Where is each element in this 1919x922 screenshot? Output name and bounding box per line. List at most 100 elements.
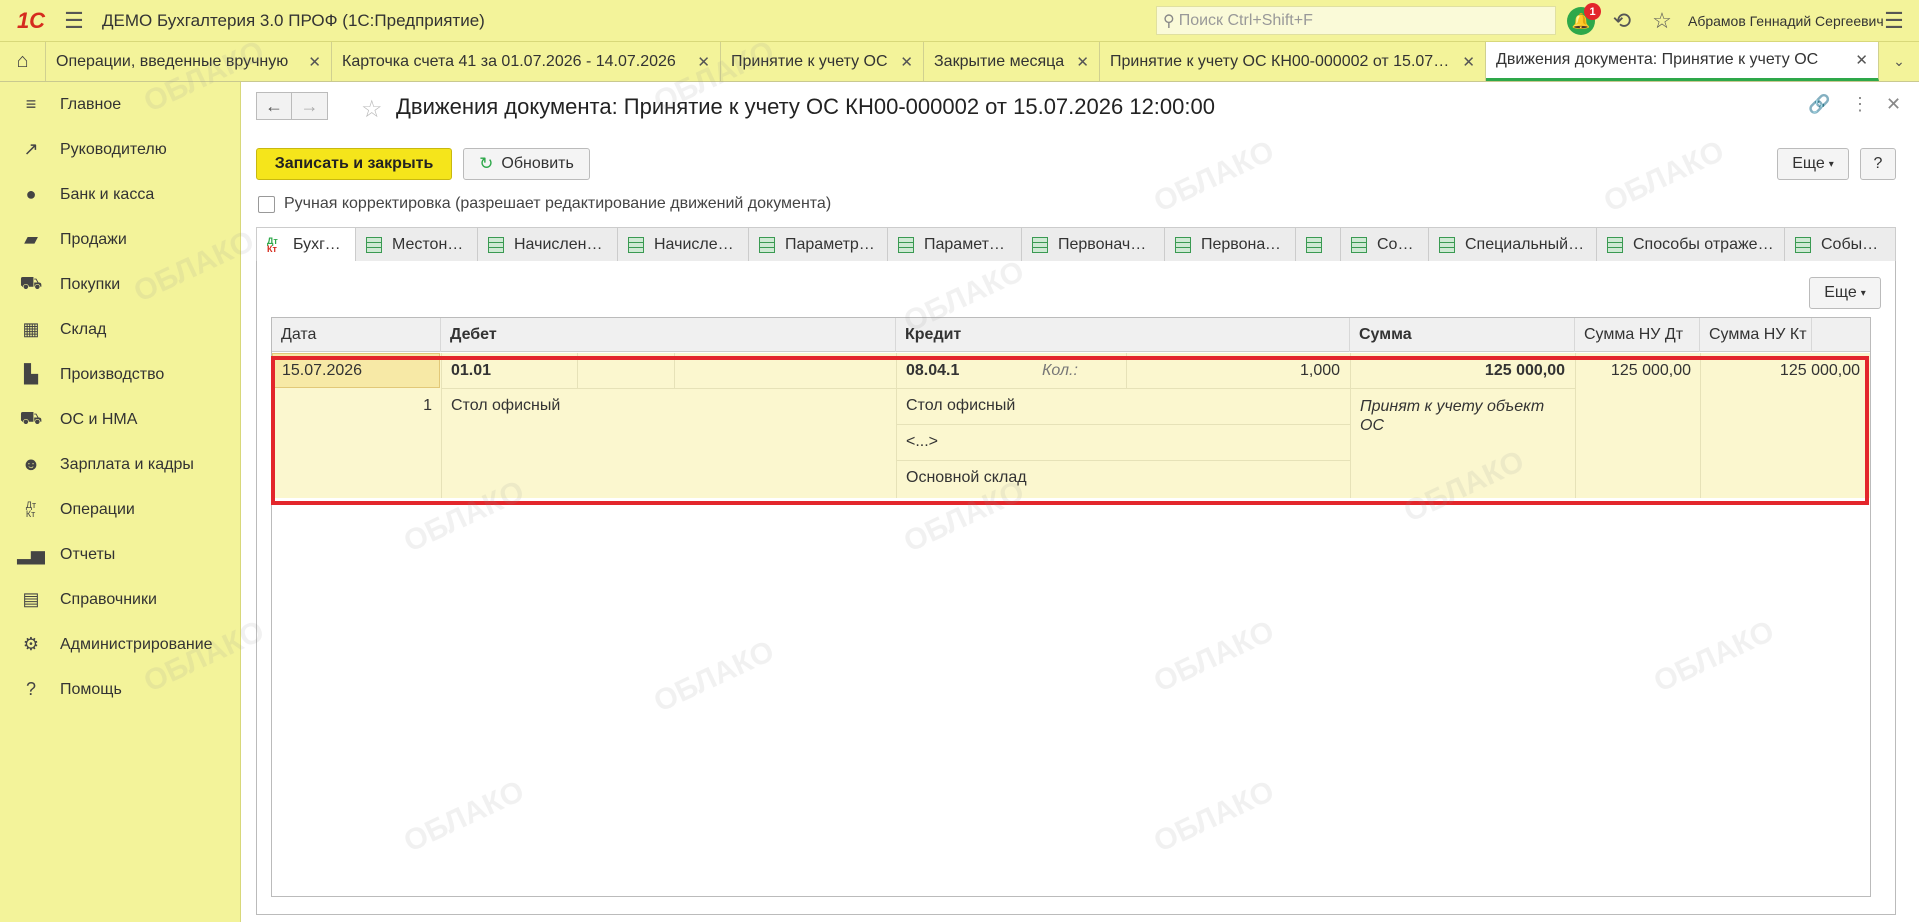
sidebar-item-directories[interactable]: ▤ Справочники (0, 577, 240, 622)
window-tab-active[interactable]: Движения документа: Принятие к учету ОС ✕ (1486, 42, 1879, 81)
table-row[interactable]: 15.07.2026 1 01.01 Стол офисный 08.04.1 … (272, 353, 1870, 498)
window-tab[interactable]: Операции, введенные вручную ✕ (46, 42, 332, 81)
back-arrow-icon[interactable]: ← (256, 92, 292, 120)
close-window-icon[interactable]: ✕ (1886, 94, 1901, 115)
sidebar-item-help[interactable]: ? Помощь (0, 667, 240, 712)
sidebar-item-salary[interactable]: ☻ Зарплата и кадры (0, 442, 240, 487)
amount-nu-kt-value[interactable]: 125 000,00 (1700, 362, 1860, 380)
tab-register[interactable] (1296, 227, 1341, 261)
more-vertical-icon[interactable]: ⋮ (1851, 94, 1869, 115)
tab-register[interactable]: Первоначальные сведения (1165, 227, 1296, 261)
grid-icon (898, 236, 914, 253)
notifications-button[interactable]: 🔔 1 (1565, 3, 1601, 37)
top-bar: 1С ☰ ДЕМО Бухгалтерия 3.0 ПРОФ (1С:Предп… (0, 0, 1919, 42)
tab-register[interactable]: Начисление налога (618, 227, 749, 261)
history-icon[interactable]: ⟲ (1606, 5, 1638, 37)
tab-register[interactable]: Состояние ОС (1341, 227, 1429, 261)
quantity-value[interactable]: 1,000 (1300, 362, 1340, 380)
sidebar-item-operations[interactable]: Дт Кт Операции (0, 487, 240, 532)
bar-chart-icon: ▂▅ (17, 544, 45, 564)
sidebar-item-label: Банк и касса (60, 185, 155, 203)
chevron-down-icon[interactable]: ⌄ (1879, 42, 1919, 81)
sidebar-item-admin[interactable]: ⚙ Администрирование (0, 622, 240, 667)
window-tab[interactable]: Принятие к учету ОС КН00-000002 от 15.07… (1100, 42, 1486, 81)
credit-subconto-1[interactable]: Стол офисный (906, 397, 1015, 415)
line-number: 1 (423, 397, 432, 414)
column-header-date[interactable]: Дата (272, 318, 441, 352)
close-icon[interactable]: ✕ (308, 53, 321, 71)
sidebar-item-production[interactable]: ▙ Производство (0, 352, 240, 397)
sidebar-item-reports[interactable]: ▂▅ Отчеты (0, 532, 240, 577)
sidebar-item-label: Отчеты (60, 545, 116, 563)
credit-subconto-2[interactable]: <...> (906, 433, 938, 451)
favorite-star-icon[interactable]: ☆ (361, 95, 383, 124)
save-and-close-button[interactable]: Записать и закрыть (256, 148, 452, 180)
tab-register[interactable]: Специальный коэффициент (1429, 227, 1597, 261)
grid-icon (1607, 236, 1623, 253)
close-icon[interactable]: ✕ (697, 53, 710, 71)
quantity-label: Кол.: (1042, 362, 1078, 379)
tab-register[interactable]: Параметры амортизации ОС (749, 227, 888, 261)
amount-value[interactable]: 125 000,00 (1360, 362, 1565, 380)
debit-account[interactable]: 01.01 (451, 362, 491, 380)
sidebar-item-label: Производство (60, 365, 165, 383)
tab-register[interactable]: События ОС (1785, 227, 1896, 261)
close-icon[interactable]: ✕ (1855, 51, 1868, 69)
column-divider (1126, 353, 1127, 388)
tab-register[interactable]: Параметры амортизации (888, 227, 1022, 261)
sidebar-item-warehouse[interactable]: ▦ Склад (0, 307, 240, 352)
operation-content[interactable]: Принят к учету объект ОС (1360, 397, 1565, 435)
column-header-amount[interactable]: Сумма (1350, 318, 1575, 352)
favorites-star-icon[interactable]: ☆ (1646, 5, 1678, 37)
panel-more-button[interactable]: Еще ▾ (1809, 277, 1881, 309)
forward-arrow-icon[interactable]: → (292, 92, 328, 120)
sidebar-item-main[interactable]: ≡ Главное (0, 82, 240, 127)
close-icon[interactable]: ✕ (900, 53, 913, 71)
tab-register[interactable]: Первоначальные сведения ОС (1022, 227, 1165, 261)
sidebar-item-sales[interactable]: ▰ Продажи (0, 217, 240, 262)
column-header-debit[interactable]: Дебет (441, 318, 896, 352)
sidebar-item-label: Руководителю (60, 140, 167, 158)
manual-edit-checkbox-row[interactable]: Ручная корректировка (разрешает редактир… (258, 195, 831, 213)
sidebar-item-purchases[interactable]: ⛟ Покупки (0, 262, 240, 307)
home-icon[interactable]: ⌂ (0, 42, 46, 81)
date-cell[interactable]: 15.07.2026 (272, 353, 440, 388)
sidebar-item-label: Главное (60, 95, 122, 113)
main-menu-icon[interactable]: ☰ (54, 1, 94, 41)
close-icon[interactable]: ✕ (1462, 53, 1475, 71)
settings-menu-icon[interactable]: ☰ (1878, 5, 1910, 37)
tab-label: События ОС (1821, 235, 1885, 253)
more-button[interactable]: Еще ▾ (1777, 148, 1849, 180)
tab-register[interactable]: Способы отражения расходов (1597, 227, 1785, 261)
sidebar-item-bank[interactable]: ● Банк и касса (0, 172, 240, 217)
window-tab-label: Операции, введенные вручную (56, 52, 289, 70)
column-header-amount-nu-dt[interactable]: Сумма НУ Дт (1575, 318, 1700, 352)
search-input[interactable]: ⚲ Поиск Ctrl+Shift+F (1156, 6, 1556, 35)
tab-accounting[interactable]: ДтКт Бухгалтерский и налоговый учет (256, 227, 356, 262)
tab-label: Местонахождение ОС (392, 235, 467, 253)
tab-register[interactable]: Начисление амортизации ОС (478, 227, 618, 261)
credit-account[interactable]: 08.04.1 (906, 362, 959, 380)
help-button[interactable]: ? (1860, 148, 1896, 180)
window-tab[interactable]: Принятие к учету ОС ✕ (721, 42, 924, 81)
credit-subconto-3[interactable]: Основной склад (906, 469, 1027, 487)
user-name[interactable]: Абрамов Геннадий Сергеевич (1688, 13, 1884, 29)
manual-edit-checkbox[interactable] (258, 195, 275, 213)
grid-icon (1351, 236, 1367, 253)
tab-register[interactable]: Местонахождение ОС (356, 227, 478, 261)
window-tab-label: Закрытие месяца (934, 52, 1065, 70)
window-tab[interactable]: Закрытие месяца ✕ (924, 42, 1100, 81)
sidebar-item-assets[interactable]: ⛟ ОС и НМА (0, 397, 240, 442)
column-divider (441, 353, 442, 498)
refresh-button[interactable]: ↻ Обновить (463, 148, 590, 180)
debit-subconto[interactable]: Стол офисный (451, 397, 560, 415)
sidebar-item-manager[interactable]: ↗ Руководителю (0, 127, 240, 172)
app-logo[interactable]: 1С (8, 6, 54, 36)
column-header-amount-nu-kt[interactable]: Сумма НУ Кт (1700, 318, 1812, 352)
link-icon[interactable]: 🔗 (1808, 94, 1830, 115)
close-icon[interactable]: ✕ (1076, 53, 1089, 71)
column-header-credit[interactable]: Кредит (896, 318, 1350, 352)
notification-badge: 1 (1584, 3, 1601, 20)
window-tab[interactable]: Карточка счета 41 за 01.07.2026 - 14.07.… (332, 42, 721, 81)
amount-nu-dt-value[interactable]: 125 000,00 (1575, 362, 1691, 380)
